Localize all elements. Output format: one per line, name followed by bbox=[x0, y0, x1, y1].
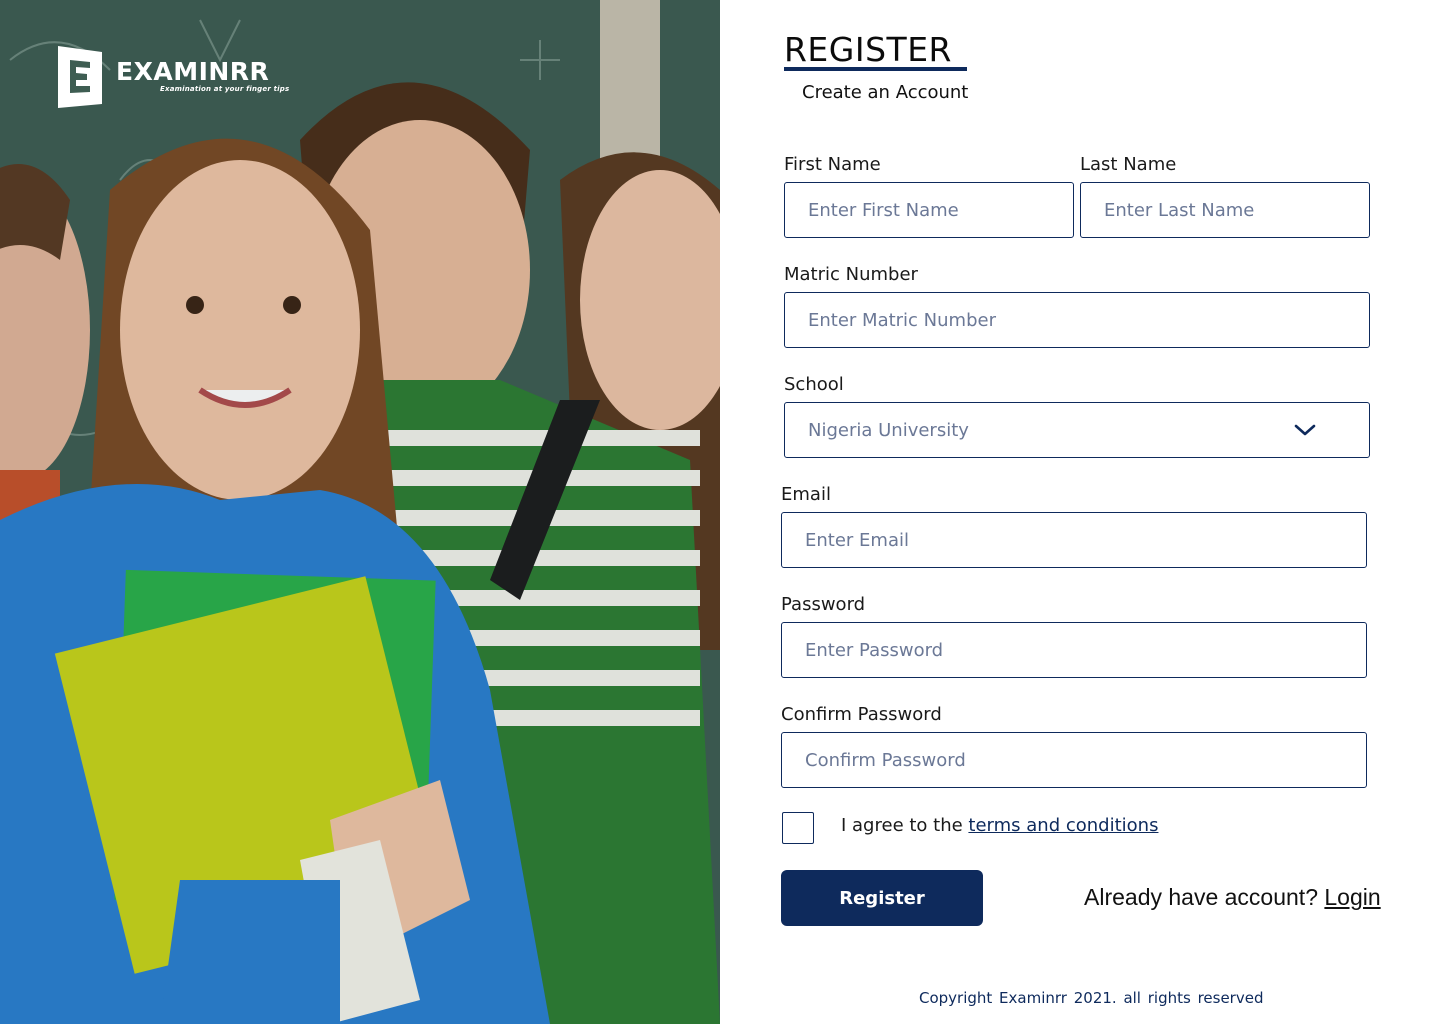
page-subtitle: Create an Account bbox=[802, 82, 969, 103]
hero-photo-panel: EXAMINRR Examination at your finger tips bbox=[0, 0, 720, 1024]
register-button[interactable]: Register bbox=[781, 870, 983, 926]
first-name-input[interactable] bbox=[784, 182, 1074, 238]
copyright-text: Copyright Examinrr 2021. all rights rese… bbox=[919, 989, 1264, 1007]
email-input[interactable] bbox=[781, 512, 1367, 568]
password-input[interactable] bbox=[781, 622, 1367, 678]
brand-tagline: Examination at your finger tips bbox=[160, 85, 290, 93]
login-prompt-text: Already have account? bbox=[1084, 884, 1325, 910]
examinrr-e-logo-icon bbox=[58, 46, 102, 108]
terms-prefix: I agree to the bbox=[841, 815, 969, 836]
brand-logo: EXAMINRR Examination at your finger tips bbox=[54, 42, 289, 110]
terms-agreement-text: I agree to the terms and conditions bbox=[841, 815, 1158, 836]
register-panel: REGISTER Create an Account First Name La… bbox=[720, 0, 1440, 1024]
confirm-password-input[interactable] bbox=[781, 732, 1367, 788]
confirm-password-label: Confirm Password bbox=[781, 704, 942, 725]
brand-name: EXAMINRR bbox=[116, 57, 270, 86]
chevron-down-icon bbox=[1294, 424, 1316, 436]
last-name-label: Last Name bbox=[1080, 154, 1177, 175]
password-label: Password bbox=[781, 594, 866, 615]
school-selected-value: Nigeria University bbox=[808, 419, 969, 441]
matric-number-input[interactable] bbox=[784, 292, 1370, 348]
login-link[interactable]: Login bbox=[1324, 884, 1380, 910]
email-label: Email bbox=[781, 484, 831, 505]
school-select[interactable]: Nigeria University bbox=[784, 402, 1370, 458]
school-label: School bbox=[784, 374, 844, 395]
students-photo bbox=[0, 0, 720, 1024]
matric-number-label: Matric Number bbox=[784, 264, 918, 285]
page-title: REGISTER bbox=[784, 30, 952, 69]
terms-checkbox[interactable] bbox=[782, 812, 814, 844]
last-name-input[interactable] bbox=[1080, 182, 1370, 238]
login-prompt: Already have account? Login bbox=[1084, 884, 1381, 911]
title-underline bbox=[784, 67, 967, 71]
terms-link[interactable]: terms and conditions bbox=[968, 815, 1158, 836]
first-name-label: First Name bbox=[784, 154, 881, 175]
